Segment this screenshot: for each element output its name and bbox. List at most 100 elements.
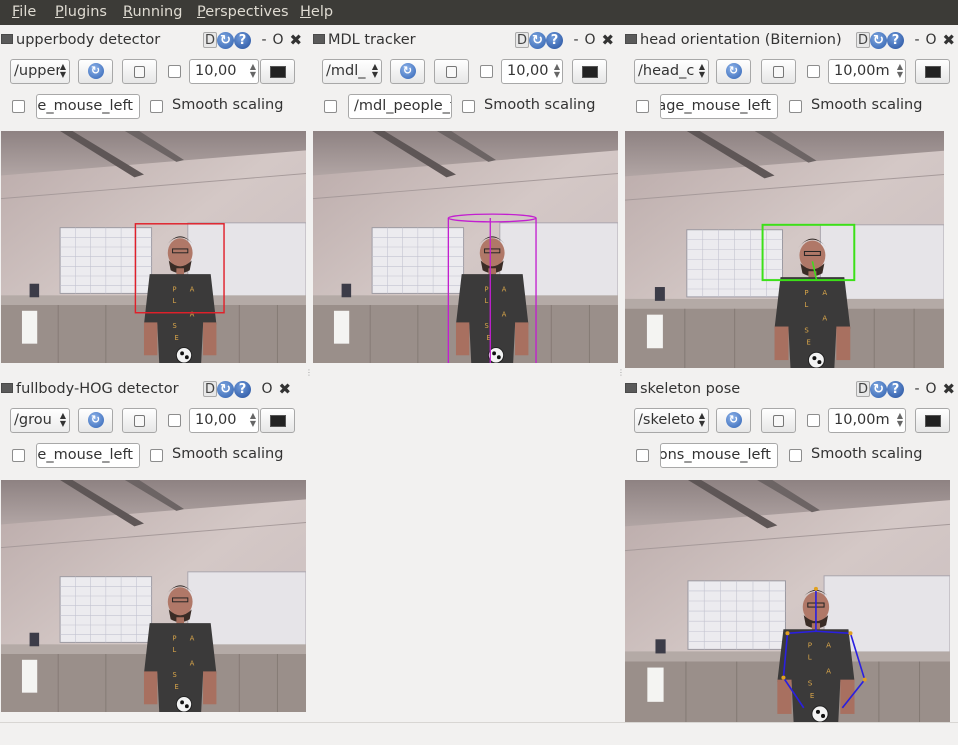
menu-perspectives[interactable]: Perspectives [197,4,289,20]
image-view[interactable] [625,480,950,722]
restore-button[interactable]: O [273,32,284,48]
topic-combo[interactable]: /mdl_ ▲ ▼ [322,59,382,84]
image-view[interactable] [1,131,306,363]
save-image-button[interactable] [434,59,469,84]
minimize-button[interactable]: - [914,32,919,48]
menu-running[interactable]: Running [123,4,182,20]
refresh-topics-button[interactable]: ↻ [78,59,113,84]
fit-view-button[interactable] [572,59,607,84]
reload-icon[interactable]: ↻ [870,380,887,398]
fit-view-button[interactable] [260,59,295,84]
save-icon [773,66,784,78]
restore-button[interactable]: O [926,381,937,397]
topic-combo[interactable]: /grou ▲ ▼ [10,408,70,433]
spin-arrows-icon[interactable]: ▲ ▼ [554,63,560,79]
refresh-topics-button[interactable]: ↻ [390,59,425,84]
dock-icon[interactable] [1,34,13,44]
menu-plugins[interactable]: Plugins [55,4,107,20]
zoom-spinbox[interactable]: 10,00 ▲ ▼ [501,59,563,84]
zoom-spinbox[interactable]: 10,00m ▲ ▼ [828,408,906,433]
fit-view-button[interactable] [260,408,295,433]
close-icon[interactable]: ✖ [943,31,956,49]
help-icon[interactable]: ? [546,31,563,49]
smooth-scaling-checkbox[interactable] [789,449,802,462]
minimize-button[interactable]: - [914,381,919,397]
topic-combo[interactable]: /skeleto ▲ ▼ [634,408,709,433]
splitter-handle[interactable]: ⋮ [617,368,625,377]
zoom-spinbox[interactable]: 10,00m ▲ ▼ [828,59,906,84]
image-view[interactable] [1,480,306,712]
chevron-updown-icon: ▲ ▼ [59,411,66,428]
zoom-checkbox[interactable] [168,414,181,427]
mouse-publish-checkbox[interactable] [12,100,25,113]
spin-arrows-icon[interactable]: ▲ ▼ [897,412,903,428]
detach-button[interactable]: D [856,381,870,397]
detach-button[interactable]: D [203,381,217,397]
spin-arrows-icon[interactable]: ▲ ▼ [897,63,903,79]
mouse-publish-checkbox[interactable] [324,100,337,113]
minimize-button[interactable]: - [261,32,266,48]
zoom-checkbox[interactable] [807,65,820,78]
mouse-publish-checkbox[interactable] [12,449,25,462]
mouse-topic-field[interactable]: nage_mouse_left [660,94,778,119]
help-icon[interactable]: ? [234,380,251,398]
mouse-topic-field[interactable]: /mdl_people_tr [348,94,452,119]
smooth-scaling-checkbox[interactable] [462,100,475,113]
close-icon[interactable]: ✖ [278,380,291,398]
fit-view-button[interactable] [915,408,950,433]
dock-icon[interactable] [313,34,325,44]
spin-arrows-icon[interactable]: ▲ ▼ [250,63,256,79]
restore-button[interactable]: O [926,32,937,48]
restore-button[interactable]: O [585,32,596,48]
mouse-publish-checkbox[interactable] [636,449,649,462]
topic-combo[interactable]: /upperbody▲▼ [10,59,70,84]
menu-file[interactable]: File [12,4,36,20]
restore-button[interactable]: O [261,381,272,397]
smooth-scaling-checkbox[interactable] [789,100,802,113]
mouse-topic-field[interactable]: ge_mouse_left [36,94,140,119]
reload-icon[interactable]: ↻ [217,31,234,49]
reload-icon[interactable]: ↻ [217,380,234,398]
zoom-spinbox[interactable]: 10,00 ▲ ▼ [189,59,259,84]
dock-icon[interactable] [625,383,637,393]
dock-icon[interactable] [1,383,13,393]
save-image-button[interactable] [122,59,157,84]
topic-combo[interactable]: /head_c ▲ ▼ [634,59,709,84]
zoom-checkbox[interactable] [807,414,820,427]
save-image-button[interactable] [761,59,796,84]
menu-help[interactable]: Help [300,4,333,20]
image-view[interactable] [625,131,944,368]
help-icon[interactable]: ? [887,31,904,49]
mouse-topic-field[interactable]: tons_mouse_left [660,443,778,468]
detach-button[interactable]: D [856,32,870,48]
smooth-scaling-checkbox[interactable] [150,449,163,462]
detach-button[interactable]: D [515,32,529,48]
reload-icon[interactable]: ↻ [529,31,546,49]
smooth-scaling-checkbox[interactable] [150,100,163,113]
refresh-topics-button[interactable]: ↻ [716,59,751,84]
refresh-topics-button[interactable]: ↻ [78,408,113,433]
help-icon[interactable]: ? [887,380,904,398]
zoom-checkbox[interactable] [480,65,493,78]
dock-icon[interactable] [625,34,637,44]
splitter-handle[interactable]: ⋮ [305,368,313,377]
mouse-topic-field[interactable]: ge_mouse_left [36,443,140,468]
fit-view-button[interactable] [915,59,950,84]
zoom-spinbox[interactable]: 10,00 ▲ ▼ [189,408,259,433]
image-view[interactable] [313,131,618,363]
help-icon[interactable]: ? [234,31,251,49]
close-icon[interactable]: ✖ [943,380,956,398]
close-icon[interactable]: ✖ [290,31,303,49]
reload-icon[interactable]: ↻ [870,31,887,49]
close-icon[interactable]: ✖ [602,31,615,49]
detach-button[interactable]: D [203,32,217,48]
save-image-button[interactable] [122,408,157,433]
mouse-publish-checkbox[interactable] [636,100,649,113]
spin-arrows-icon[interactable]: ▲ ▼ [250,412,256,428]
save-icon [134,415,145,427]
zoom-checkbox[interactable] [168,65,181,78]
minimize-button[interactable]: - [573,32,578,48]
refresh-icon: ↻ [725,412,742,428]
refresh-topics-button[interactable]: ↻ [716,408,751,433]
save-image-button[interactable] [761,408,796,433]
